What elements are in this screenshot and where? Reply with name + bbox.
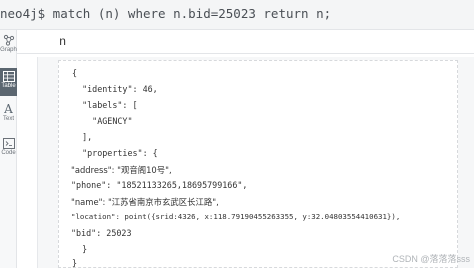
json-line: { — [72, 68, 78, 78]
json-line: "properties": { — [72, 148, 158, 158]
query-bar[interactable]: neo4j$ match (n) where n.bid=25023 retur… — [0, 0, 474, 30]
json-line: ], — [72, 132, 93, 142]
json-line: "address": "观音阁10号", — [71, 165, 172, 175]
code-icon — [2, 138, 15, 149]
tool-graph[interactable]: Graph — [0, 34, 17, 62]
tool-table-label: Table — [1, 83, 16, 89]
tool-text-label: Text — [2, 116, 14, 122]
json-line: } — [72, 244, 88, 254]
json-line: "phone": "18521133265,18695799166", — [71, 180, 248, 190]
json-line: "identity": 46, — [72, 84, 158, 94]
column-name: n — [59, 35, 67, 49]
json-line: "bid": 25023 — [71, 228, 132, 238]
json-line: "AGENCY" — [72, 116, 133, 126]
tool-graph-label: Graph — [0, 47, 17, 53]
json-viewer[interactable]: { "identity": 46, "labels": [ "AGENCY" ]… — [58, 60, 458, 268]
tool-code-label: Code — [1, 150, 16, 156]
query-text[interactable]: neo4j$ match (n) where n.bid=25023 retur… — [0, 6, 331, 21]
text-icon: A — [4, 102, 13, 116]
watermark: CSDN @落落落sss — [392, 254, 470, 264]
table-icon — [2, 71, 15, 82]
tool-table[interactable]: Table — [0, 68, 17, 96]
result-header: n — [17, 30, 474, 54]
graph-icon — [3, 34, 14, 46]
view-switcher: Graph Table A Text Code — [0, 30, 17, 268]
json-line: "name": "江苏省南京市玄武区长江路", — [71, 197, 219, 207]
json-line: "location": point({srid:4326, x:118.7919… — [71, 212, 401, 221]
tool-code[interactable]: Code — [0, 138, 17, 166]
json-line: "labels": [ — [72, 100, 138, 110]
tool-text[interactable]: A Text — [0, 103, 17, 131]
json-line: } — [72, 258, 78, 268]
